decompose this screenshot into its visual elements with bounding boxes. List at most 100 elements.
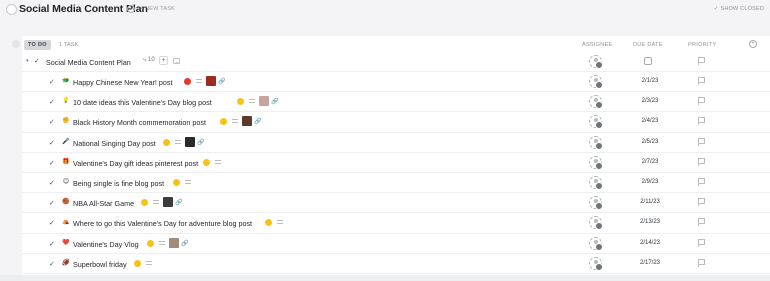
column-header-priority[interactable]: PRIORITY (688, 42, 716, 48)
status-dot-icon[interactable] (265, 219, 272, 227)
attachment-thumbnail[interactable] (242, 116, 252, 127)
assignee-avatar[interactable] (589, 115, 603, 130)
chevron-down-icon[interactable]: ▾ (26, 58, 29, 64)
task-row[interactable]: ✓ 🐲 Happy Chinese New Year! post 🔗 2/1/23 (22, 72, 770, 93)
status-dot-icon[interactable] (163, 138, 170, 146)
flag-icon[interactable] (698, 258, 705, 267)
new-task-button[interactable]: + NEW TASK (140, 6, 175, 12)
paperclip-icon[interactable]: 🔗 (218, 78, 225, 85)
check-icon[interactable]: ✓ (49, 260, 55, 268)
status-dot-icon[interactable] (237, 98, 244, 106)
due-date[interactable]: 2/17/23 (630, 260, 670, 266)
flag-icon[interactable] (698, 77, 705, 85)
description-icon[interactable] (159, 240, 165, 245)
paperclip-icon[interactable]: 🔗 (181, 240, 188, 247)
assignee-avatar[interactable] (589, 95, 603, 110)
description-icon[interactable] (215, 159, 221, 164)
description-icon[interactable] (185, 179, 191, 184)
list-status-icon[interactable] (6, 4, 17, 15)
check-icon[interactable]: ✓ (49, 159, 55, 167)
description-icon[interactable] (146, 260, 152, 265)
check-icon[interactable]: ✓ (49, 98, 55, 106)
comment-icon[interactable] (173, 58, 180, 64)
check-icon[interactable]: ✓ (49, 179, 55, 187)
assignee-avatar[interactable] (589, 175, 603, 190)
check-icon[interactable]: ✓ (49, 139, 55, 147)
info-icon[interactable]: i (127, 5, 135, 13)
status-dot-icon[interactable] (141, 199, 148, 207)
check-icon[interactable]: ✓ (34, 57, 40, 65)
task-name[interactable]: Social Media Content Plan (46, 58, 131, 67)
due-date[interactable]: 2/1/23 (630, 78, 670, 84)
subtask-count[interactable]: ⤷ 10 (143, 57, 155, 64)
paperclip-icon[interactable]: 🔗 (197, 139, 204, 146)
task-name[interactable]: Valentine's Day gift ideas pinterest pos… (73, 159, 198, 168)
task-name[interactable]: Happy Chinese New Year! post (73, 78, 173, 87)
task-row[interactable]: ✓ ✊ Black History Month commemoration post… (22, 112, 770, 133)
check-icon[interactable]: ✓ (49, 219, 55, 227)
parent-task-row[interactable]: ▾ ✓ Social Media Content Plan ⤷ 10 + (22, 52, 770, 72)
task-row[interactable]: ✓ ⛺ Where to go this Valentine's Day for a… (22, 213, 770, 234)
status-dot-icon[interactable] (173, 178, 180, 186)
task-name[interactable]: National Singing Day post (73, 139, 156, 148)
task-row[interactable]: ✓ 💡 10 date ideas this Valentine's Day blo… (22, 92, 770, 113)
assignee-avatar[interactable] (589, 256, 603, 271)
task-name[interactable]: Being single is fine blog post (73, 179, 164, 188)
status-dot-icon[interactable] (184, 78, 191, 85)
due-date[interactable]: 2/4/23 (630, 118, 670, 124)
attachment-thumbnail[interactable] (206, 76, 216, 86)
collapse-group-toggle[interactable] (12, 40, 20, 48)
attachment-thumbnail[interactable] (259, 96, 269, 107)
column-header-assignee[interactable]: ASSIGNEE (582, 42, 613, 48)
task-row[interactable]: ✓ 🎤 National Singing Day post 🔗 2/5/23 (22, 133, 770, 153)
description-icon[interactable] (277, 220, 283, 225)
description-icon[interactable] (175, 139, 181, 144)
check-icon[interactable]: ✓ (49, 118, 55, 126)
description-icon[interactable] (232, 119, 238, 124)
due-date[interactable]: 2/13/23 (630, 219, 670, 225)
assignee-avatar[interactable] (589, 196, 603, 211)
add-subtask-button[interactable]: + (159, 56, 168, 65)
task-row[interactable]: ✓ 😊 Being single is fine blog post 2/9/23 (22, 173, 770, 194)
status-dot-icon[interactable] (147, 239, 154, 247)
check-icon[interactable]: ✓ (49, 240, 55, 248)
paperclip-icon[interactable]: 🔗 (271, 98, 278, 105)
status-dot-icon[interactable] (134, 259, 141, 267)
task-name[interactable]: Where to go this Valentine's Day for adv… (73, 219, 252, 228)
task-row[interactable]: ✓ 🏀 NBA All-Star Game 🔗 2/11/23 (22, 193, 770, 214)
check-icon[interactable]: ✓ (49, 78, 55, 86)
task-name[interactable]: NBA All-Star Game (73, 199, 134, 208)
flag-icon[interactable] (698, 97, 705, 106)
assignee-avatar[interactable] (589, 55, 603, 69)
status-dot-icon[interactable] (220, 118, 227, 126)
calendar-icon[interactable] (644, 57, 652, 65)
due-date[interactable]: 2/7/23 (630, 159, 670, 165)
flag-icon[interactable] (698, 238, 705, 247)
due-date[interactable]: 2/11/23 (630, 199, 670, 205)
paperclip-icon[interactable]: 🔗 (254, 118, 261, 125)
assignee-avatar[interactable] (589, 75, 603, 89)
attachment-thumbnail[interactable] (185, 136, 195, 147)
task-row[interactable]: ✓ ❤️ Valentine's Day Vlog 🔗 2/14/23 (22, 234, 770, 254)
description-icon[interactable] (196, 79, 202, 83)
add-column-button[interactable]: + (749, 40, 757, 48)
due-date[interactable]: 2/5/23 (630, 139, 670, 145)
paperclip-icon[interactable]: 🔗 (175, 199, 182, 206)
attachment-thumbnail[interactable] (169, 237, 179, 248)
due-date[interactable]: 2/3/23 (630, 98, 670, 104)
task-row[interactable]: ✓ 🎁 Valentine's Day gift ideas pinterest p… (22, 153, 770, 173)
check-icon[interactable]: ✓ (49, 199, 55, 207)
task-name[interactable]: Superbowl friday (73, 260, 127, 269)
description-icon[interactable] (249, 99, 255, 104)
flag-icon[interactable] (698, 177, 705, 186)
assignee-avatar[interactable] (589, 135, 603, 150)
flag-icon[interactable] (698, 157, 705, 166)
show-closed-toggle[interactable]: ✓ SHOW CLOSED (714, 6, 764, 12)
due-date[interactable]: 2/14/23 (630, 240, 670, 246)
assignee-avatar[interactable] (589, 155, 603, 170)
task-name[interactable]: 10 date ideas this Valentine's Day blog … (73, 98, 212, 107)
attachment-thumbnail[interactable] (163, 197, 173, 208)
task-name[interactable]: Black History Month commemoration post (73, 118, 206, 127)
column-header-due-date[interactable]: DUE DATE (633, 42, 663, 48)
due-date[interactable]: 2/9/23 (630, 179, 670, 185)
